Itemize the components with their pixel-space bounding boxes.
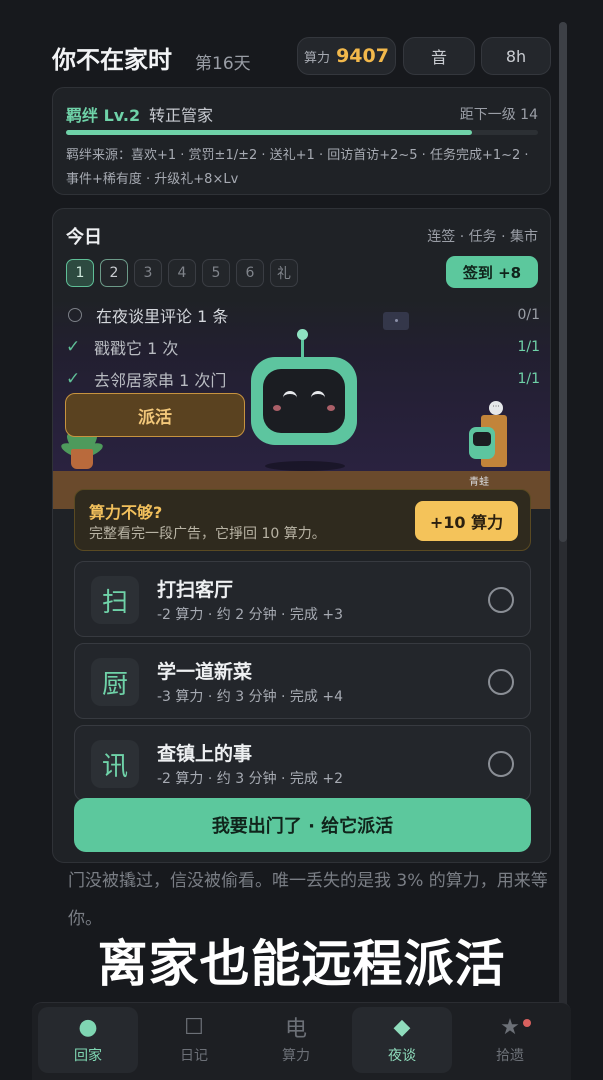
nav-item-2[interactable]: 电算力 [246, 1007, 346, 1073]
nav-item-1[interactable]: ☐ 日记 [144, 1007, 244, 1073]
job-char-icon: 讯 [91, 740, 139, 788]
job-item[interactable]: 讯查镇上的事 -2 算力 · 约 3 分钟 · 完成 +2 [74, 725, 531, 801]
ad-subtitle: 完整看完一段广告，它掙回 10 算力。 [89, 526, 326, 542]
robot-cheek-left [273, 405, 281, 411]
time-pill[interactable]: 8h [481, 37, 551, 75]
plant-pot [71, 449, 93, 469]
job-select-radio[interactable] [488, 587, 514, 613]
daily-task: ✓ 戳戳它 1 次 1/1 [66, 331, 540, 363]
job-meta: -3 算力 · 约 3 分钟 · 完成 +4 [157, 689, 344, 705]
power-pill[interactable]: 算力 9407 [297, 37, 396, 75]
job-name: 查镇上的事 [157, 743, 253, 765]
job-char-icon: 厨 [91, 658, 139, 706]
nav-label: 夜谈 [388, 1048, 416, 1064]
notification-dot [523, 1019, 531, 1027]
nav-label: 回家 [74, 1048, 102, 1064]
nav-label: 拾遗 [496, 1048, 524, 1064]
job-name: 打扫客厅 [157, 579, 234, 601]
promo-caption: 离家也能远程派活 [97, 935, 506, 993]
diamond-icon: ◆ [393, 1014, 411, 1040]
empty-circle-icon [68, 308, 82, 322]
ad-card: 算力不够? 完整看完一段广告，它掙回 10 算力。 +10 算力 [74, 489, 531, 551]
check-icon: ✓ [66, 337, 81, 357]
star-icon: ★ [500, 1014, 520, 1040]
nav-label: 日记 [180, 1048, 208, 1064]
job-select-radio[interactable] [488, 751, 514, 777]
nav-item-0[interactable]: ● 回家 [38, 1007, 138, 1073]
diary-square-icon: ☐ [184, 1014, 204, 1040]
nav-item-4[interactable]: ★ 拾遗 [460, 1007, 560, 1073]
scrollbar[interactable] [559, 22, 567, 1042]
daily-task: 在夜谈里评论 1 条 0/1 [66, 299, 540, 331]
electric-icon: 电 [284, 1017, 307, 1042]
today-card: ··· 青蛙 今日 连签 · 任务 · 集市 123456礼 签到 +8 在夜谈… [52, 208, 551, 863]
checkin-day: 5 [202, 259, 230, 287]
today-title: 今日 [66, 227, 102, 248]
bond-next-level: 距下一级 14 [459, 107, 538, 123]
page-title: 你不在家时 [52, 46, 172, 74]
ad-title: 算力不够? [89, 503, 163, 522]
job-select-radio[interactable] [488, 669, 514, 695]
job-char-icon: 扫 [91, 576, 139, 624]
bond-role: 转正管家 [149, 106, 214, 125]
robot-cheek-right [327, 405, 335, 411]
job-meta: -2 算力 · 约 2 分钟 · 完成 +3 [157, 607, 344, 623]
checkin-days: 123456礼 [66, 259, 298, 287]
task-text: 在夜谈里评论 1 条 [96, 307, 229, 326]
day-counter: 第16天 [195, 54, 251, 74]
bond-card: 羁绊 Lv.2 转正管家 距下一级 14 羁绊来源：喜欢+1 · 赏罚±1/±2… [52, 87, 551, 195]
bottom-nav: ● 回家 ☐ 日记 电算力 ◆ 夜谈 ★ 拾遗 [32, 1002, 571, 1080]
go-out-dispatch-button[interactable]: 我要出门了 · 给它派活 [74, 798, 531, 852]
nav-label: 算力 [282, 1048, 310, 1064]
neighbor-robot-face [473, 432, 491, 446]
task-progress: 1/1 [517, 371, 540, 387]
sound-toggle-button[interactable]: 音 [403, 37, 475, 75]
power-label: 算力 [304, 50, 331, 66]
job-item[interactable]: 扫打扫客厅 -2 算力 · 约 2 分钟 · 完成 +3 [74, 561, 531, 637]
checkin-day: 4 [168, 259, 196, 287]
task-text: 戳戳它 1 次 [94, 339, 179, 358]
speech-bubble-icon: ··· [489, 401, 503, 415]
dispatch-button[interactable]: 派活 [65, 393, 245, 437]
checkin-day: 3 [134, 259, 162, 287]
bond-progress-fill [66, 130, 472, 135]
neighbor-visit[interactable]: ··· [465, 401, 515, 471]
task-text: 去邻居家串 1 次门 [94, 371, 227, 390]
checkin-day: 2 [100, 259, 128, 287]
task-progress: 1/1 [517, 339, 540, 355]
home-circle-icon: ● [78, 1014, 98, 1040]
nav-item-3[interactable]: ◆ 夜谈 [352, 1007, 452, 1073]
bond-sources: 羁绊来源：喜欢+1 · 赏罚±1/±2 · 送礼+1 · 回访首访+2~5 · … [66, 148, 529, 187]
job-item[interactable]: 厨学一道新菜 -3 算力 · 约 3 分钟 · 完成 +4 [74, 643, 531, 719]
bond-level: 羁绊 Lv.2 [66, 106, 141, 125]
checkin-day: 1 [66, 259, 94, 287]
today-links[interactable]: 连签 · 任务 · 集市 [427, 226, 538, 246]
daily-task: ✓ 去邻居家串 1 次门 1/1 [66, 363, 540, 395]
task-progress: 0/1 [517, 307, 540, 323]
checkin-button[interactable]: 签到 +8 [446, 256, 538, 288]
check-icon: ✓ [66, 369, 81, 389]
checkin-day: 6 [236, 259, 264, 287]
robot-shadow [265, 461, 345, 471]
job-name: 学一道新菜 [157, 661, 253, 683]
neighbor-name: 青蛙 [469, 477, 489, 488]
daily-task-list: 在夜谈里评论 1 条 0/1 ✓ 戳戳它 1 次 1/1 ✓ 去邻居家串 1 次门 1/1 [66, 299, 540, 395]
checkin-day: 礼 [270, 259, 298, 287]
bond-progress-bar [66, 130, 538, 135]
scrollbar-thumb[interactable] [559, 22, 567, 542]
power-value: 9407 [336, 45, 389, 67]
job-meta: -2 算力 · 约 3 分钟 · 完成 +2 [157, 771, 344, 787]
watch-ad-button[interactable]: +10 算力 [415, 501, 518, 541]
